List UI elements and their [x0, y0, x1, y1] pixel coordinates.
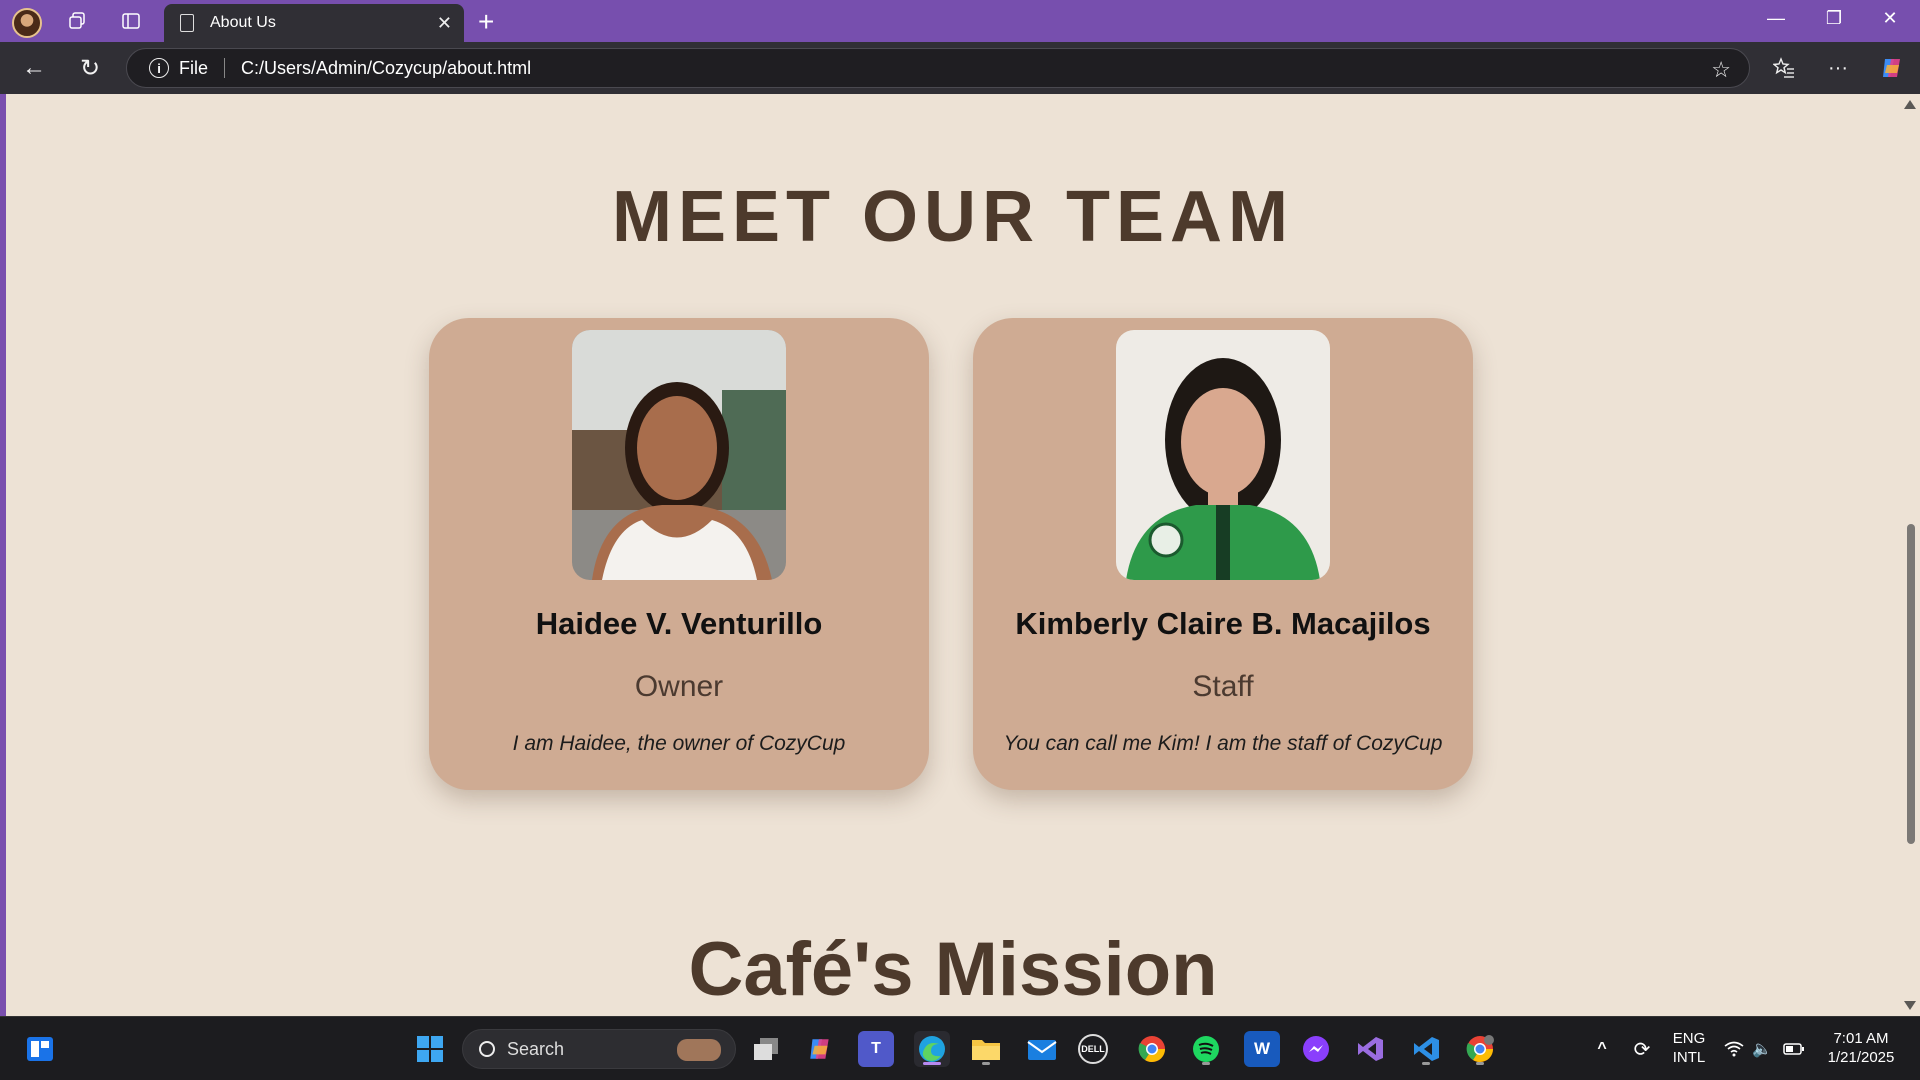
show-hidden-icons-chevron-icon[interactable]: ^	[1584, 1031, 1620, 1067]
scroll-up-arrow-icon[interactable]	[1904, 100, 1916, 109]
dell-icon[interactable]: DELL	[1078, 1034, 1108, 1064]
widgets-icon[interactable]	[22, 1031, 58, 1067]
vscode-icon[interactable]	[1408, 1031, 1444, 1067]
chrome-icon[interactable]	[1134, 1031, 1170, 1067]
address-scheme: File	[179, 57, 209, 78]
workspaces-icon[interactable]	[64, 9, 90, 33]
spotify-icon[interactable]	[1188, 1031, 1224, 1067]
refresh-icon[interactable]: ↻	[74, 52, 106, 84]
close-window-button[interactable]: ✕	[1870, 8, 1910, 29]
running-app-indicator	[1202, 1062, 1210, 1065]
vertical-tabs-icon[interactable]	[118, 9, 144, 33]
member-bio: I am Haidee, the owner of CozyCup	[512, 732, 846, 755]
team-heading: MEET OUR TEAM	[612, 177, 1294, 257]
language-secondary: INTL	[1672, 1049, 1706, 1066]
tab-about-us[interactable]: About Us ✕	[164, 4, 464, 42]
search-placeholder: Search	[507, 1038, 565, 1059]
close-tab-icon[interactable]: ✕	[437, 13, 452, 34]
back-arrow-icon[interactable]: ←	[18, 52, 50, 84]
scrollbar-thumb[interactable]	[1907, 524, 1915, 844]
running-app-indicator	[1476, 1062, 1484, 1065]
browser-title-bar: About Us ✕ + — ❐ ✕	[0, 0, 1920, 42]
document-icon	[180, 14, 194, 32]
volume-icon[interactable]: 🔈	[1744, 1031, 1780, 1067]
clock-time: 7:01 AM	[1833, 1030, 1889, 1047]
address-url[interactable]: C:/Users/Admin/Cozycup/about.html	[241, 58, 531, 79]
page-viewport: MEET OUR TEAM Haidee V. Venturillo Owner…	[6, 94, 1900, 1016]
clock[interactable]: 7:01 AM 1/21/2025	[1816, 1029, 1906, 1067]
new-tab-button[interactable]: +	[478, 6, 494, 38]
more-options-icon[interactable]: ···	[1822, 52, 1854, 84]
member-bio: You can call me Kim! I am the staff of C…	[1003, 732, 1443, 755]
page-scrollbar[interactable]	[1900, 94, 1920, 1016]
address-separator	[224, 58, 226, 78]
mission-heading: Café's Mission	[688, 927, 1218, 1012]
team-member-card: Haidee V. Venturillo Owner I am Haidee, …	[429, 318, 929, 790]
running-app-indicator	[982, 1062, 990, 1065]
battery-icon[interactable]	[1776, 1031, 1812, 1067]
edge-browser-icon[interactable]	[914, 1031, 950, 1067]
profile-avatar[interactable]	[12, 8, 42, 38]
chrome-profile-icon[interactable]	[1462, 1031, 1498, 1067]
scroll-down-arrow-icon[interactable]	[1904, 1001, 1916, 1010]
member-name: Kimberly Claire B. Macajilos	[1015, 606, 1431, 641]
member-name: Haidee V. Venturillo	[535, 606, 823, 641]
navigation-bar: ← ↻ i File C:/Users/Admin/Cozycup/about.…	[0, 42, 1920, 94]
address-bar[interactable]: i File C:/Users/Admin/Cozycup/about.html…	[126, 48, 1750, 88]
running-app-indicator	[1422, 1062, 1430, 1065]
search-highlight-icon	[677, 1039, 721, 1061]
word-icon[interactable]: W	[1244, 1031, 1280, 1067]
search-icon	[479, 1041, 495, 1057]
copilot-icon[interactable]	[1876, 52, 1908, 84]
team-member-card: Kimberly Claire B. Macajilos Staff You c…	[973, 318, 1473, 790]
windows-start-icon[interactable]	[412, 1031, 448, 1067]
messenger-icon[interactable]	[1298, 1031, 1334, 1067]
favorite-star-icon[interactable]: ☆	[1711, 57, 1731, 83]
restore-button[interactable]: ❐	[1814, 8, 1854, 29]
sync-icon[interactable]: ⟳	[1624, 1031, 1660, 1067]
taskbar-search[interactable]: Search	[462, 1029, 736, 1069]
favorites-icon[interactable]	[1768, 52, 1800, 84]
member-role: Staff	[1192, 670, 1254, 703]
file-explorer-icon[interactable]	[968, 1031, 1004, 1067]
member-role: Owner	[634, 670, 724, 703]
member-photo-kimberly	[1116, 330, 1330, 580]
task-view-icon[interactable]	[748, 1031, 784, 1067]
copilot-taskbar-icon[interactable]	[802, 1031, 838, 1067]
mail-icon[interactable]	[1024, 1031, 1060, 1067]
language-primary: ENG	[1672, 1030, 1706, 1047]
info-icon[interactable]: i	[149, 58, 169, 78]
member-photo-haidee	[572, 330, 786, 580]
tab-title: About Us	[210, 14, 276, 31]
clock-date: 1/21/2025	[1827, 1049, 1895, 1066]
minimize-button[interactable]: —	[1756, 8, 1796, 29]
language-indicator[interactable]: ENG INTL	[1666, 1029, 1712, 1067]
visual-studio-icon[interactable]	[1352, 1031, 1388, 1067]
teams-icon[interactable]: T	[858, 1031, 894, 1067]
taskbar: Search T DELL W ^ ⟳ ENG INTL 🔈 7:01 AM 1…	[0, 1016, 1920, 1080]
active-app-indicator	[923, 1062, 941, 1065]
